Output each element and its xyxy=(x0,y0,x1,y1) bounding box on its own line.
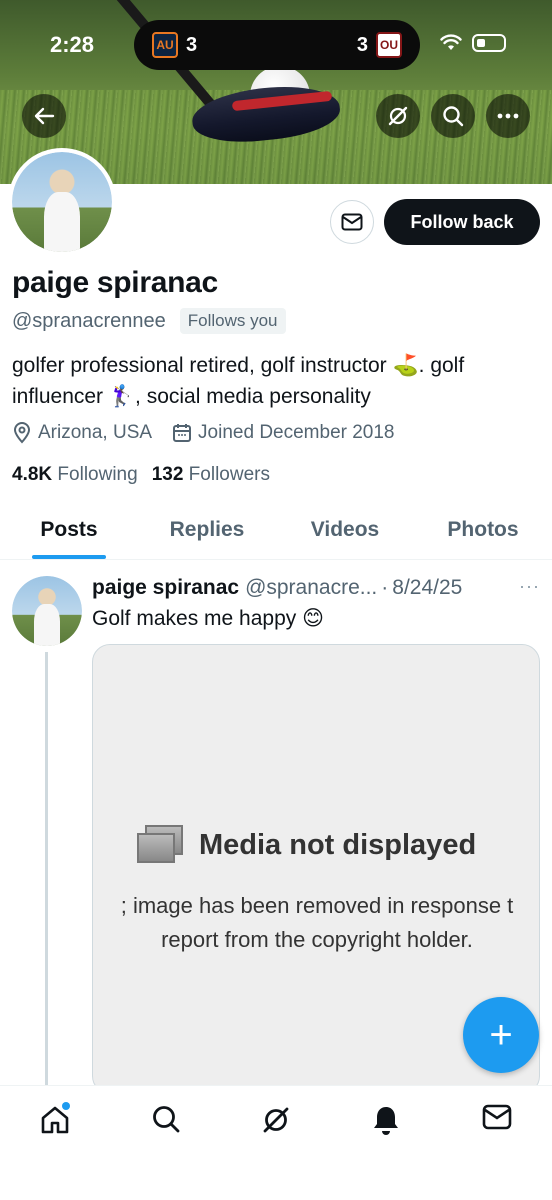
post-author[interactable]: paige spiranac xyxy=(92,576,239,600)
post-handle[interactable]: @spranacre... xyxy=(245,576,377,600)
grok-icon xyxy=(263,1107,289,1133)
notifications-icon xyxy=(374,1107,399,1135)
following-count: 4.8K xyxy=(12,464,53,485)
media-description: ; image has been removed in response t r… xyxy=(93,889,539,957)
back-button[interactable] xyxy=(22,94,66,138)
follow-back-button[interactable]: Follow back xyxy=(384,199,540,245)
profile-tabs: Posts Replies Videos Photos xyxy=(0,500,552,560)
status-time: 2:28 xyxy=(50,32,95,57)
post-more-button[interactable]: ··· xyxy=(519,576,540,597)
calendar-icon xyxy=(173,424,192,442)
tab-replies[interactable]: Replies xyxy=(138,500,276,559)
status-indicators xyxy=(440,34,506,52)
team-left: AU 3 xyxy=(152,32,197,58)
location-text: Arizona, USA xyxy=(38,422,153,443)
live-activity-score[interactable]: AU 3 3 OU xyxy=(134,20,420,70)
post-avatar-image xyxy=(12,576,82,646)
more-icon xyxy=(497,113,519,119)
followers-count: 132 xyxy=(151,464,184,485)
media-line-2: report from the copyright holder. xyxy=(161,927,473,952)
grok-icon xyxy=(388,106,408,126)
post-text: Golf makes me happy 😊 xyxy=(92,607,324,630)
bottom-nav xyxy=(0,1085,552,1200)
nav-search[interactable] xyxy=(141,1104,191,1144)
followers-link[interactable]: 132 Followers xyxy=(152,464,270,486)
post-header: paige spiranac @spranacre... · 8/24/25 ·… xyxy=(92,576,540,600)
media-title-row: Media not displayed xyxy=(137,825,476,865)
image-placeholder-icon xyxy=(137,825,185,865)
following-label: Following xyxy=(57,464,138,485)
profile-handle: @spranacrennee xyxy=(12,309,166,332)
tab-videos[interactable]: Videos xyxy=(276,500,414,559)
follow-stats: 4.8K Following 132 Followers xyxy=(12,464,270,486)
oklahoma-logo-icon: OU xyxy=(376,32,402,58)
search-icon xyxy=(152,1106,179,1133)
messages-icon xyxy=(482,1104,512,1130)
auburn-logo-icon: AU xyxy=(152,32,178,58)
score-right: 3 xyxy=(356,33,368,56)
profile-avatar[interactable] xyxy=(8,148,116,256)
media-title: Media not displayed xyxy=(199,828,477,861)
tab-posts[interactable]: Posts xyxy=(0,500,138,559)
nav-notifications[interactable] xyxy=(361,1104,411,1144)
thread-line xyxy=(45,652,48,1086)
location-item: Arizona, USA xyxy=(12,422,152,444)
battery-icon xyxy=(472,34,506,52)
nav-messages[interactable] xyxy=(472,1104,522,1144)
tab-photos[interactable]: Photos xyxy=(414,500,552,559)
mail-icon xyxy=(341,213,363,231)
media-line-1: ; image has been removed in response t xyxy=(120,893,514,918)
profile-name: paige spiranac xyxy=(12,266,218,299)
post-date[interactable]: 8/24/25 xyxy=(392,576,462,600)
followers-label: Followers xyxy=(188,464,270,485)
wifi-icon xyxy=(440,34,462,50)
following-link[interactable]: 4.8K Following xyxy=(12,464,138,486)
post-separator: · xyxy=(381,576,389,599)
profile-meta: Arizona, USA Joined December 2018 xyxy=(12,422,395,444)
arrow-left-icon xyxy=(34,107,55,125)
score-left: 3 xyxy=(186,33,198,56)
profile-bio: golfer professional retired, golf instru… xyxy=(12,354,465,408)
more-button[interactable] xyxy=(486,94,530,138)
grok-button[interactable] xyxy=(376,94,420,138)
search-button[interactable] xyxy=(431,94,475,138)
joined-text: Joined December 2018 xyxy=(198,422,395,443)
team-right: 3 OU xyxy=(357,32,402,58)
nav-home[interactable] xyxy=(30,1102,80,1144)
joined-item: Joined December 2018 xyxy=(172,422,395,444)
location-pin-icon xyxy=(13,422,31,444)
handle-row: @spranacrennee Follows you xyxy=(12,308,286,334)
nav-grok[interactable] xyxy=(251,1104,301,1144)
message-button[interactable] xyxy=(330,200,374,244)
follows-you-badge: Follows you xyxy=(179,308,286,334)
compose-button[interactable]: + xyxy=(463,997,539,1073)
search-icon xyxy=(443,106,464,127)
avatar-image xyxy=(12,152,112,252)
post-avatar[interactable] xyxy=(12,576,82,646)
